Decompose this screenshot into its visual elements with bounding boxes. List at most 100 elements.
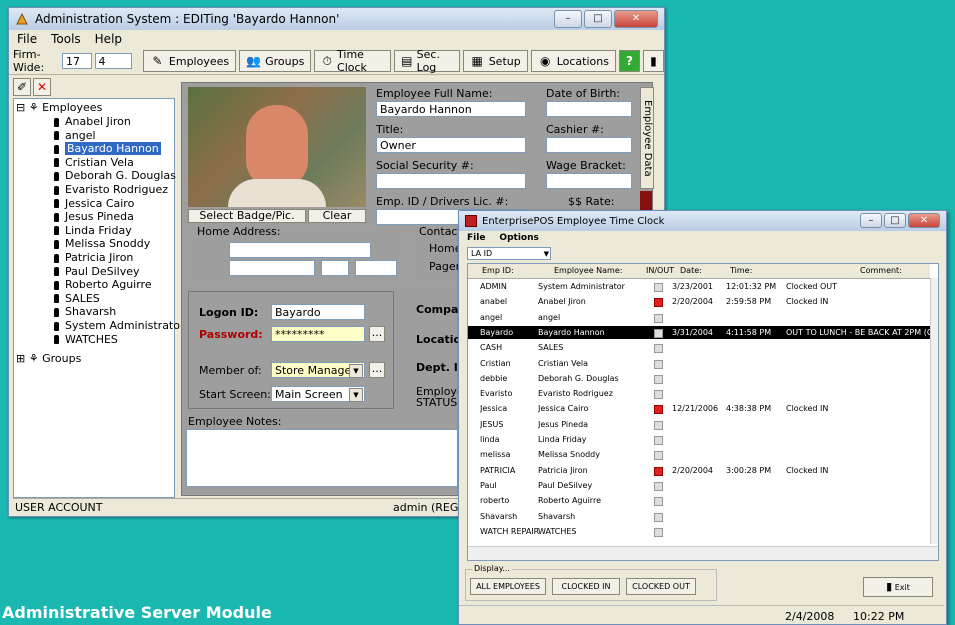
close-button[interactable]: ✕ [614,10,658,28]
tc-cell-date: 3/23/2001 [672,282,714,291]
time-clock-button[interactable]: ⏱ Time Clock [314,48,391,74]
tree-item-employee[interactable]: Cristian Vela [54,156,134,169]
delete-tree-button[interactable]: ✕ [33,78,51,96]
tc-row[interactable]: linda Linda Friday [468,433,930,446]
tc-row[interactable]: Evaristo Evaristo Rodriguez [468,387,930,400]
tc-row[interactable]: anabel Anabel Jiron 2/20/2004 2:59:58 PM Clo… [468,295,930,308]
employee-data-tab[interactable]: Employee Data [640,87,654,189]
tree-item-employee[interactable]: Roberto Aguirre [54,278,152,291]
tc-row[interactable]: Bayardo Bayardo Hannon 3/31/2004 4:11:58 PM… [468,325,936,339]
exit-door-button[interactable]: ▮ [642,50,664,72]
tc-filter-select[interactable]: LA ID ▼ [467,247,551,260]
tree-item-employee[interactable]: Paul DeSilvey [54,265,140,278]
time-clock-title-bar[interactable]: EnterprisePOS Employee Time Clock – □ ✕ [459,211,946,231]
admin-title-bar[interactable]: Administration System : EDITing 'Bayardo… [9,8,664,30]
menu-help[interactable]: Help [95,32,122,46]
start-screen-select[interactable]: Main Screen ▼ [271,386,365,402]
tc-row[interactable]: angel angel [468,311,930,324]
firm-id-input[interactable]: 17 [62,53,92,69]
tc-cell-name: Linda Friday [538,435,587,444]
menu-file[interactable]: File [17,32,37,46]
col-comment[interactable]: Comment: [860,264,902,278]
setup-button[interactable]: ▦ Setup [462,50,528,72]
tc-row[interactable]: roberto Roberto Aguirre [468,494,930,507]
tc-row[interactable]: melissa Melissa Snoddy [468,448,930,461]
tc-cell-id: CASH [480,343,503,353]
tc-row[interactable]: Paul Paul DeSilvey [468,479,930,492]
tc-row[interactable]: PATRICIA Patricia Jiron 2/20/2004 3:00:28 P… [468,464,930,477]
tc-row[interactable]: Cristian Cristian Vela [468,357,930,370]
password-input[interactable]: ********* [271,326,365,342]
tree-item-employee[interactable]: System Administrator [54,319,185,332]
tree-item-employee[interactable]: Anabel Jiron [54,115,131,128]
employees-button[interactable]: ✎ Employees [142,50,237,72]
tree-item-employee[interactable]: Melissa Snoddy [54,237,150,250]
tc-row[interactable]: Shavarsh Shavarsh [468,510,930,523]
store-id-input[interactable]: 4 [94,53,132,69]
zip-input[interactable] [355,260,397,276]
tree-item-employee[interactable]: WATCHES [54,333,118,346]
tc-row[interactable]: ADMIN System Administrator 3/23/2001 12:01:… [468,280,930,293]
tree-item-employee[interactable]: SALES [54,292,100,305]
full-name-input[interactable]: Bayardo Hannon [376,101,526,117]
tc-row[interactable]: WATCH REPAIR WATCHES [468,525,930,538]
groups-button[interactable]: 👥 Groups [239,50,312,72]
tc-menu-options[interactable]: Options [499,233,538,243]
tc-vertical-scrollbar[interactable] [930,278,938,544]
address-line-1[interactable] [229,242,371,258]
maximize-button[interactable]: □ [584,10,612,28]
all-employees-button[interactable]: ALL EMPLOYEES [470,578,546,595]
cashier-input[interactable] [546,137,632,153]
notes-textarea[interactable] [186,429,458,487]
sec-log-button[interactable]: ▤ Sec. Log [394,48,460,74]
city-input[interactable] [229,260,315,276]
tree-item-employee[interactable]: Deborah G. Douglas [54,169,176,182]
help-button[interactable]: ? [618,50,640,72]
clear-photo-button[interactable]: Clear [308,209,366,223]
col-date[interactable]: Date: [680,264,702,278]
tree-item-employee[interactable]: Linda Friday [54,224,132,237]
tree-item-employee[interactable]: Evaristo Rodriguez [54,183,168,196]
edit-tree-button[interactable]: ✐ [13,78,31,96]
tree-root-groups[interactable]: ⊞ ⚘ Groups [16,352,81,365]
tree-root-employees[interactable]: ⊟ ⚘ Employees [16,101,102,114]
wage-input[interactable] [546,173,632,189]
menu-tools[interactable]: Tools [51,32,81,46]
password-ellipsis-button[interactable]: ... [369,326,385,342]
logon-id-input[interactable]: Bayardo [271,304,365,320]
clocked-in-button[interactable]: CLOCKED IN [552,578,620,595]
tree-item-employee[interactable]: Shavarsh [54,305,116,318]
tc-row[interactable]: JESUS Jesus Pineda [468,418,930,431]
col-emp-id[interactable]: Emp ID: [482,264,514,278]
tree-item-employee[interactable]: angel [54,129,96,142]
tree-item-employee[interactable]: Jessica Cairo [54,197,134,210]
tc-exit-button[interactable]: ▮ Exit [863,577,933,597]
col-employee-name[interactable]: Employee Name: [554,264,622,278]
member-of-select[interactable]: Store Manager ▼ [271,362,365,378]
tc-row[interactable]: Jessica Jessica Cairo 12/21/2006 4:38:38 PM… [468,402,930,415]
locations-button[interactable]: ◉ Locations [530,50,616,72]
minimize-button[interactable]: – [554,10,582,28]
dob-input[interactable] [546,101,632,117]
tc-close-button[interactable]: ✕ [908,213,940,228]
state-input[interactable] [321,260,349,276]
tc-maximize-button[interactable]: □ [884,213,906,228]
title-input[interactable]: Owner [376,137,526,153]
help-icon: ? [626,53,633,68]
tc-row[interactable]: debbie Deborah G. Douglas [468,372,930,385]
col-in-out[interactable]: IN/OUT [646,264,674,278]
tc-minimize-button[interactable]: – [860,213,882,228]
col-time[interactable]: Time: [730,264,752,278]
tree-item-employee[interactable]: Bayardo Hannon [54,142,161,156]
tc-cell-id: linda [480,435,500,444]
tc-menu-file[interactable]: File [467,233,485,243]
tree-item-employee[interactable]: Jesus Pineda [54,210,134,223]
clocked-out-button[interactable]: CLOCKED OUT [626,578,696,595]
select-badge-button[interactable]: Select Badge/Pic. [188,209,306,223]
member-ellipsis-button[interactable]: ... [369,362,385,378]
timeclock-app-icon [465,215,477,227]
tree-item-employee[interactable]: Patricia Jiron [54,251,133,264]
tc-row[interactable]: CASH SALES [468,341,930,354]
ssn-input[interactable] [376,173,526,189]
tc-horizontal-scrollbar[interactable] [468,546,938,560]
